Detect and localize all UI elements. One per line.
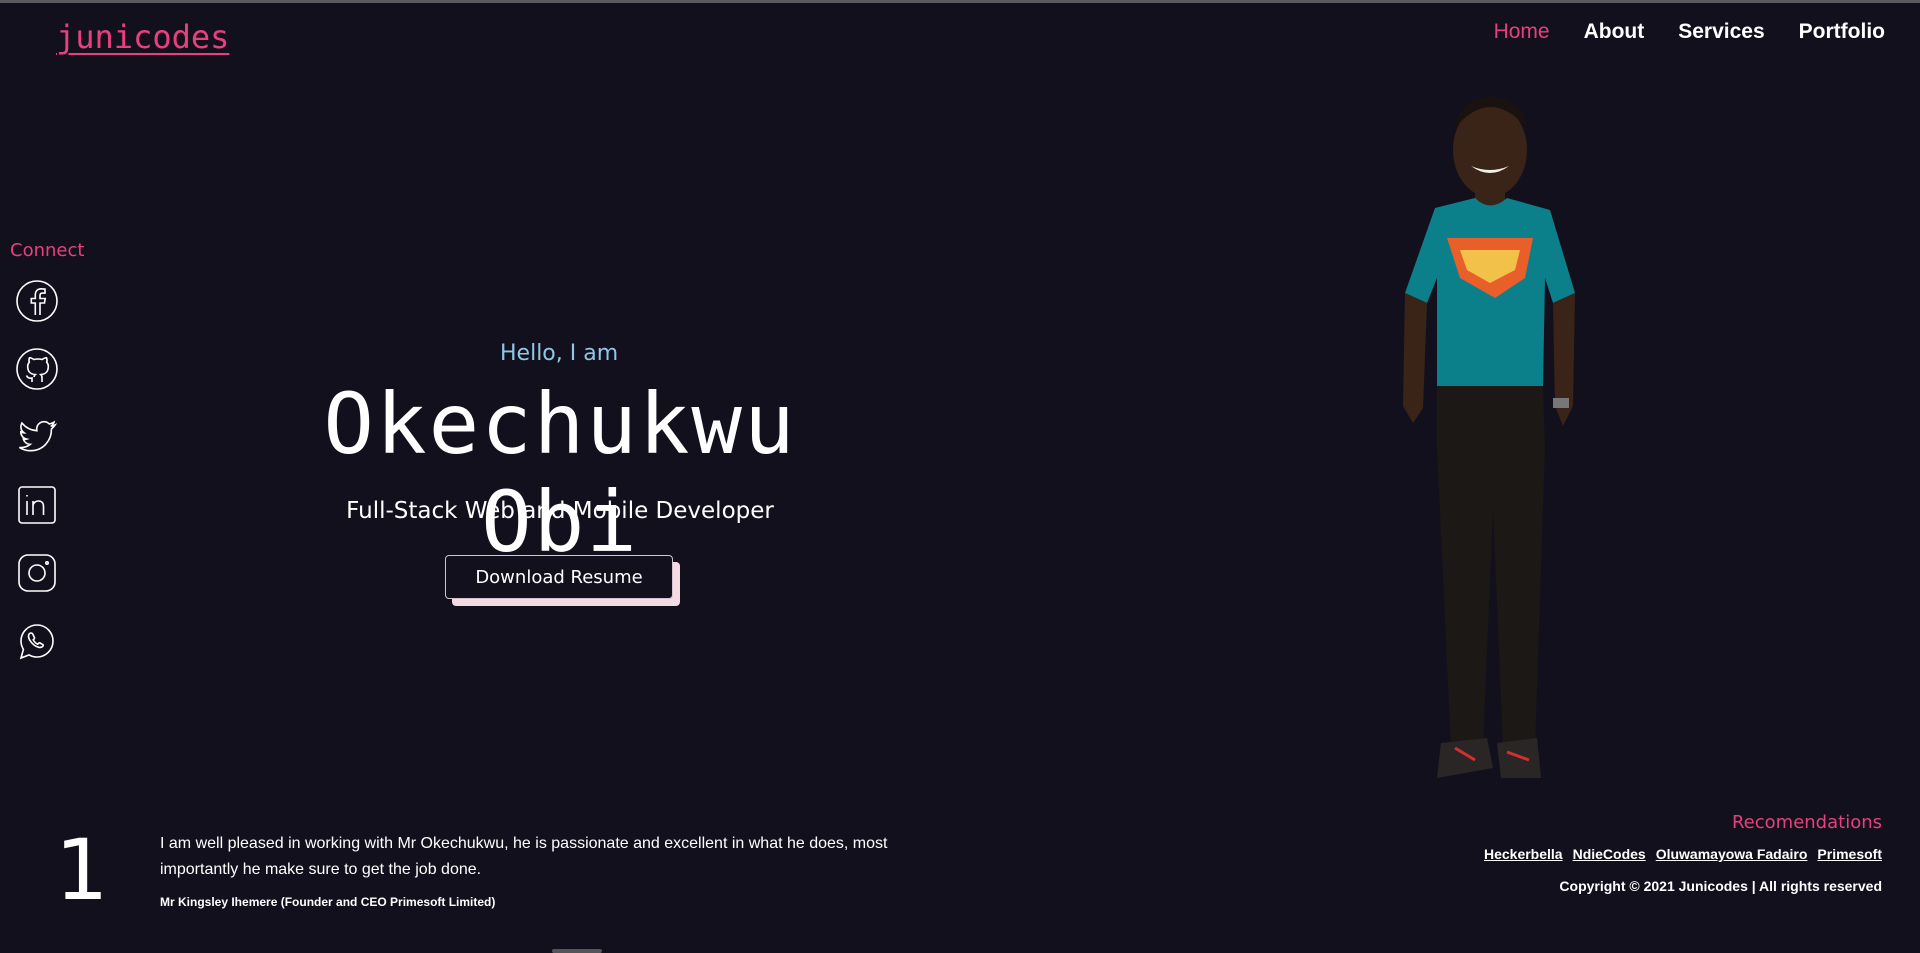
rec-link-primesoft[interactable]: Primesoft: [1817, 846, 1882, 862]
profile-photo: [1403, 96, 1575, 778]
testimonial-number: 1: [55, 821, 109, 919]
nav-portfolio[interactable]: Portfolio: [1799, 20, 1885, 44]
bottom-indicator: [552, 949, 602, 953]
top-border: [0, 0, 1920, 3]
social-links: [13, 279, 61, 661]
rec-link-oluwamayowa[interactable]: Oluwamayowa Fadairo: [1656, 846, 1808, 862]
recommendations-title: Recomendations: [1731, 812, 1882, 833]
copyright: Copyright © 2021 Junicodes | All rights …: [1559, 878, 1882, 894]
instagram-icon[interactable]: [13, 552, 61, 593]
hero-role: Full-Stack Web and Mobile Developer: [346, 498, 774, 524]
github-icon[interactable]: [13, 347, 61, 390]
connect-title: Connect: [10, 240, 85, 261]
linkedin-icon[interactable]: [13, 484, 61, 525]
whatsapp-icon[interactable]: [13, 620, 61, 661]
recommendations-links: Heckerbella NdieCodes Oluwamayowa Fadair…: [1484, 846, 1882, 862]
nav-services[interactable]: Services: [1678, 20, 1764, 44]
nav-about[interactable]: About: [1584, 20, 1645, 44]
hero-name: Okechukwu Obi: [323, 375, 797, 571]
testimonial-author: Mr Kingsley Ihemere (Founder and CEO Pri…: [160, 895, 496, 909]
greeting: Hello, I am: [500, 341, 619, 366]
rec-link-heckerbella[interactable]: Heckerbella: [1484, 846, 1563, 862]
main-nav: Home About Services Portfolio: [1494, 20, 1885, 44]
testimonial-quote: I am well pleased in working with Mr Oke…: [160, 835, 888, 878]
nav-home[interactable]: Home: [1494, 20, 1550, 44]
twitter-icon[interactable]: [13, 416, 61, 457]
logo[interactable]: junicodes: [56, 18, 229, 56]
rec-link-ndiecodes[interactable]: NdieCodes: [1573, 846, 1646, 862]
download-resume-button[interactable]: Download Resume: [445, 555, 673, 599]
facebook-icon[interactable]: [13, 279, 61, 322]
